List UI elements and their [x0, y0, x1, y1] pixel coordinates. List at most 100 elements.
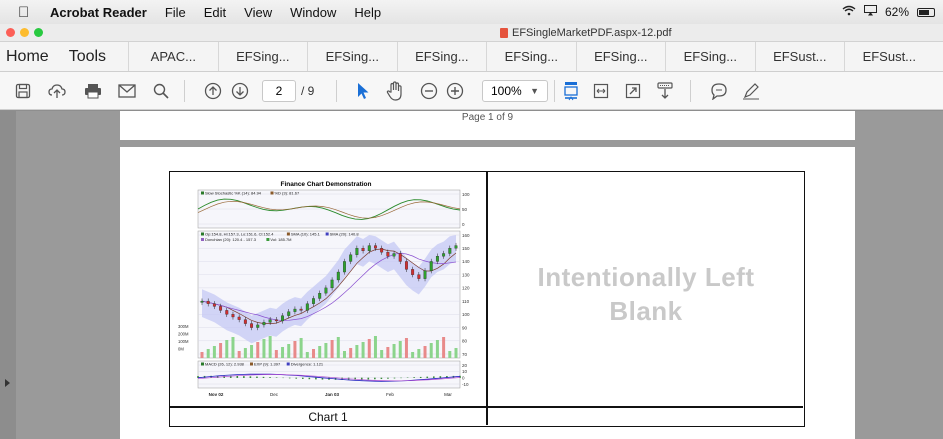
candle-body — [392, 253, 396, 257]
tab-home[interactable]: Home — [0, 42, 63, 71]
document-tab[interactable]: APAC... — [128, 42, 218, 71]
fit-page-icon[interactable] — [560, 80, 582, 102]
email-icon[interactable] — [116, 80, 138, 102]
page-number-input[interactable]: 2 — [262, 80, 296, 102]
legend-swatch — [201, 238, 204, 241]
candle-body — [448, 248, 452, 254]
candle-body — [206, 300, 210, 304]
candle-body — [200, 300, 204, 303]
select-arrow-icon[interactable] — [352, 80, 374, 102]
menu-view[interactable]: View — [244, 5, 272, 20]
menu-window[interactable]: Window — [290, 5, 336, 20]
divergence-bar — [249, 376, 252, 378]
volume-bar — [256, 342, 260, 358]
volume-bar — [442, 337, 446, 358]
document-tab[interactable]: EFSing... — [217, 42, 308, 71]
document-tab-active[interactable]: EFSing... — [486, 42, 576, 71]
candle-body — [454, 245, 458, 249]
close-window-button[interactable] — [6, 28, 15, 37]
legend-entry: Slow Stochastic %K (14): 84.94 — [205, 191, 262, 196]
hand-icon[interactable] — [384, 80, 406, 102]
legend-entry: Op:154.8, Hi:157.3, Lo:151.6, Cl:152.4 — [205, 232, 274, 237]
minimize-window-button[interactable] — [20, 28, 29, 37]
divergence-bar — [380, 377, 383, 380]
menu-file[interactable]: File — [165, 5, 186, 20]
y-tick-label: 80 — [462, 339, 468, 344]
volume-bar — [219, 343, 223, 358]
app-name-menu[interactable]: Acrobat Reader — [50, 5, 147, 20]
legend-swatch — [286, 362, 290, 366]
candle-body — [435, 256, 439, 262]
y-tick-label: 100 — [462, 192, 470, 197]
blank-notice-line-2: Blank — [609, 296, 683, 326]
menu-help[interactable]: Help — [354, 5, 381, 20]
candle-body — [361, 248, 365, 252]
sign-icon[interactable] — [740, 80, 762, 102]
zoom-out-icon[interactable] — [418, 80, 440, 102]
document-tab[interactable]: EFSing... — [665, 42, 755, 71]
divergence-bar — [367, 377, 370, 380]
document-tab[interactable]: EFSing... — [396, 42, 487, 71]
read-mode-icon[interactable] — [654, 80, 676, 102]
page-down-icon[interactable] — [229, 80, 251, 102]
divergence-bar — [256, 376, 258, 378]
volume-bar — [423, 346, 427, 358]
tab-tools[interactable]: Tools — [63, 42, 128, 71]
document-tab[interactable]: EFSing... — [307, 42, 397, 71]
airplay-icon[interactable] — [863, 5, 877, 19]
x-tick-label: Dec — [270, 392, 279, 397]
chart-table: Finance Chart Demonstration 100 50 0 Slow St… — [169, 171, 805, 427]
divergence-bar — [315, 377, 317, 380]
candle-body — [367, 245, 371, 252]
volume-bar — [355, 345, 359, 358]
candle-body — [411, 269, 415, 275]
full-screen-icon[interactable] — [622, 80, 644, 102]
candle-body — [312, 298, 315, 304]
document-viewport[interactable]: Page 1 of 9 Finance Chart Demonstration 1… — [0, 111, 943, 439]
page-up-icon[interactable] — [202, 80, 224, 102]
blank-notice-line-1: Intentionally Left — [537, 262, 755, 292]
document-tab[interactable]: EFSust... — [754, 42, 845, 71]
volume-bar — [404, 338, 408, 358]
zoom-window-button[interactable] — [34, 28, 43, 37]
volume-bar — [392, 344, 396, 358]
divergence-bar — [275, 377, 278, 378]
volume-bar — [380, 350, 384, 358]
volume-bar — [299, 338, 303, 358]
document-tab[interactable]: EFSing... — [575, 42, 666, 71]
fit-width-icon[interactable] — [590, 80, 612, 102]
y-tick-label: 20 — [462, 363, 468, 368]
search-icon[interactable] — [150, 80, 172, 102]
menu-edit[interactable]: Edit — [204, 5, 226, 20]
volume-bar — [274, 350, 278, 358]
comment-icon[interactable] — [708, 80, 730, 102]
candle-body — [293, 308, 297, 312]
candle-body — [237, 316, 241, 320]
wifi-icon[interactable] — [842, 5, 856, 19]
print-icon[interactable] — [82, 80, 104, 102]
pdf-page-1: Page 1 of 9 — [120, 111, 855, 140]
divergence-bar — [419, 376, 422, 378]
divergence-bar — [374, 377, 376, 380]
candle-body — [336, 271, 340, 281]
candle-body — [355, 248, 359, 255]
pdf-file-icon — [500, 28, 508, 38]
legend-entry: EXP (9): 1.397 — [254, 362, 281, 367]
legend-entry: SMA (10): 145.1 — [291, 232, 321, 237]
apple-icon[interactable]:  — [18, 4, 34, 21]
navigation-pane-toggle[interactable] — [0, 111, 16, 439]
candle-body — [281, 315, 284, 322]
battery-icon[interactable] — [917, 7, 935, 17]
finance-chart: Finance Chart Demonstration100500Slow St… — [176, 178, 476, 402]
document-tab[interactable]: EFSust... — [844, 42, 934, 71]
volume-bar — [231, 337, 235, 358]
save-icon[interactable] — [12, 80, 34, 102]
volume-bar — [262, 339, 266, 358]
volume-bar — [324, 343, 328, 358]
volume-bar — [373, 336, 377, 358]
upload-icon[interactable] — [46, 80, 68, 102]
zoom-level-select[interactable]: 100% ▼ — [482, 80, 548, 102]
zoom-level-value: 100% — [491, 84, 522, 98]
zoom-in-icon[interactable] — [444, 80, 466, 102]
legend-entry: Divergence: 1.121 — [291, 362, 324, 367]
